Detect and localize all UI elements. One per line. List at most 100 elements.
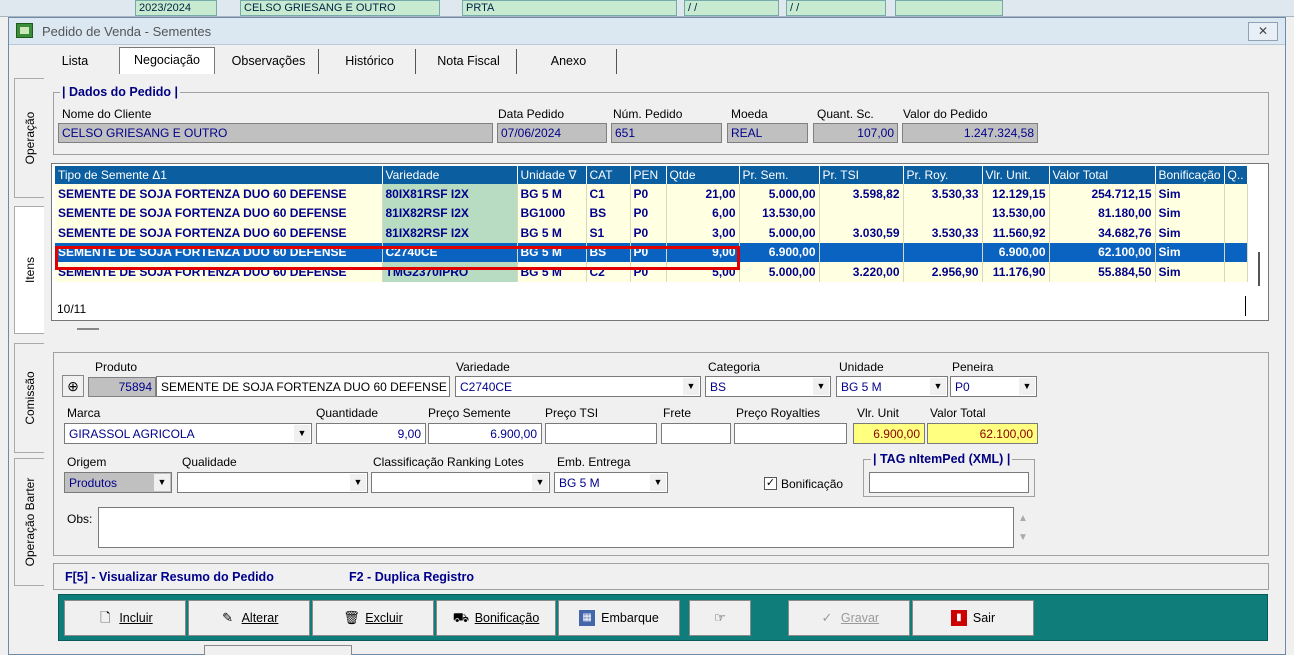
preco-royalties-field[interactable]	[734, 423, 847, 444]
classificacao-select[interactable]: ▼	[371, 472, 550, 493]
scroll-down-icon[interactable]: ▼	[1018, 532, 1028, 543]
table-cell: 3.530,33	[903, 184, 983, 204]
app-icon	[16, 23, 33, 38]
tag-field[interactable]	[869, 472, 1029, 493]
vtab-operacao-barter[interactable]: Operação Barter	[14, 458, 44, 586]
tab-historico[interactable]: Histórico	[324, 49, 416, 74]
table-cell	[1224, 203, 1248, 223]
table-cell: 254.712,15	[1049, 184, 1156, 204]
bottom-tab	[204, 645, 352, 655]
alterar-button[interactable]: ✎ Alterar	[188, 600, 310, 636]
vlr-unit-field[interactable]: 6.900,00	[853, 423, 925, 444]
grid-col-header[interactable]: CAT	[586, 166, 631, 184]
num-pedido-field[interactable]: 651	[611, 123, 722, 143]
data-pedido-field[interactable]: 07/06/2024	[497, 123, 607, 143]
tab-observacoes[interactable]: Observações	[219, 49, 319, 74]
vlr-unit-label: Vlr. Unit	[857, 406, 900, 420]
gravar-button[interactable]: ✓ Gravar	[788, 600, 910, 636]
table-row[interactable]: SEMENTE DE SOJA FORTENZA DUO 60 DEFENSE 8…	[55, 223, 1248, 243]
vtab-comissao[interactable]: Comissão	[14, 343, 44, 453]
tab-lista[interactable]: Lista	[51, 49, 99, 74]
variedade-select[interactable]: C2740CE ▼	[455, 376, 701, 397]
table-row[interactable]: SEMENTE DE SOJA FORTENZA DUO 60 DEFENSE 8…	[55, 203, 1248, 223]
tab-negociacao[interactable]: Negociação	[119, 47, 215, 74]
vtab-itens[interactable]: Itens	[14, 206, 44, 334]
bonificacao-checkbox[interactable]: ✓	[764, 477, 777, 490]
moeda-field[interactable]: REAL	[727, 123, 808, 143]
preco-semente-field[interactable]: 6.900,00	[428, 423, 542, 444]
table-cell: 21,00	[666, 184, 740, 204]
pointer-button[interactable]: ☞	[689, 600, 751, 636]
table-cell: 3.030,59	[819, 223, 904, 243]
table-row[interactable]: SEMENTE DE SOJA FORTENZA DUO 60 DEFENSE 8…	[55, 184, 1248, 204]
scroll-up-icon[interactable]: ▲	[1018, 513, 1028, 524]
background-window-strip: 2023/2024 CELSO GRIESANG E OUTRO PRTA / …	[0, 0, 1294, 17]
hand-pointer-icon: ☞	[714, 610, 726, 625]
items-grid[interactable]: Tipo de Semente Δ1 Variedade Unidade ∇ CAT P…	[51, 163, 1269, 330]
grid-col-header[interactable]: Pr. TSI	[819, 166, 904, 184]
vtab-operacao[interactable]: Operação	[14, 78, 44, 198]
quant-sc-field[interactable]: 107,00	[813, 123, 898, 143]
grid-col-header[interactable]: Bonificação	[1155, 166, 1225, 184]
nome-cliente-label: Nome do Cliente	[62, 107, 152, 121]
quantidade-field[interactable]: 9,00	[316, 423, 426, 444]
chevron-down-icon: ▼	[683, 378, 699, 395]
table-cell	[1224, 184, 1248, 204]
marca-select[interactable]: GIRASSOL AGRICOLA ▼	[64, 423, 312, 444]
table-cell: 5.000,00	[739, 184, 820, 204]
origem-label: Origem	[67, 455, 107, 469]
preco-tsi-field[interactable]	[545, 423, 657, 444]
grid-col-header[interactable]: Pr. Roy.	[903, 166, 983, 184]
bg-safra: 2023/2024	[135, 0, 217, 16]
embarque-button[interactable]: ▦ Embarque	[558, 600, 680, 636]
close-button[interactable]: ✕	[1248, 22, 1278, 41]
table-cell: 5.000,00	[739, 262, 820, 282]
valor-pedido-field[interactable]: 1.247.324,58	[902, 123, 1038, 143]
table-cell: Sim	[1155, 203, 1225, 223]
grid-col-header[interactable]: Valor Total	[1049, 166, 1156, 184]
resize-handle[interactable]	[77, 328, 99, 330]
grid-col-header[interactable]: Pr. Sem.	[739, 166, 820, 184]
qualidade-select[interactable]: ▼	[177, 472, 368, 493]
grid-col-header[interactable]: Tipo de Semente Δ1	[55, 166, 383, 184]
table-cell: 6,00	[666, 203, 740, 223]
table-cell: 55.884,50	[1049, 262, 1156, 282]
valor-total-field[interactable]: 62.100,00	[927, 423, 1038, 444]
grid-col-header[interactable]: Unidade ∇	[517, 166, 587, 184]
emb-entrega-select[interactable]: BG 5 M ▼	[554, 472, 668, 493]
zoom-search-icon[interactable]: ⊕	[62, 375, 84, 397]
bonificacao-button[interactable]: ⛟ Bonificação	[436, 600, 556, 636]
grid-col-header[interactable]: Vlr. Unit.	[982, 166, 1050, 184]
window-title: Pedido de Venda - Sementes	[42, 24, 212, 39]
grid-col-header[interactable]: Q..	[1224, 166, 1248, 184]
table-cell: 81IX82RSF I2X	[382, 203, 518, 223]
table-cell: 34.682,76	[1049, 223, 1156, 243]
grid-scrollbar[interactable]	[1258, 252, 1260, 286]
table-cell: 6.900,00	[982, 242, 1050, 262]
table-cell: 2.956,90	[903, 262, 983, 282]
table-cell: P0	[630, 203, 667, 223]
obs-textarea[interactable]	[98, 507, 1014, 548]
nome-cliente-field[interactable]: CELSO GRIESANG E OUTRO	[58, 123, 493, 143]
qualidade-label: Qualidade	[182, 455, 237, 469]
produto-codigo-field[interactable]: 75894	[88, 377, 156, 397]
sair-button[interactable]: ▮ Sair	[912, 600, 1034, 636]
chevron-down-icon: ▼	[813, 378, 829, 395]
categoria-select[interactable]: BS ▼	[705, 376, 831, 397]
preco-tsi-label: Preço TSI	[545, 406, 599, 420]
peneira-select[interactable]: P0 ▼	[950, 376, 1037, 397]
table-cell	[819, 242, 904, 262]
frete-field[interactable]	[661, 423, 731, 444]
tab-nota-fiscal[interactable]: Nota Fiscal	[421, 49, 517, 74]
unidade-select[interactable]: BG 5 M ▼	[836, 376, 948, 397]
table-cell: 3.598,82	[819, 184, 904, 204]
excluir-button[interactable]: 🗑 Excluir	[312, 600, 434, 636]
grid-col-header[interactable]: Qtde	[666, 166, 740, 184]
grid-col-header[interactable]: Variedade	[382, 166, 518, 184]
tab-anexo[interactable]: Anexo	[521, 49, 617, 74]
table-cell: BS	[586, 203, 631, 223]
origem-select[interactable]: Produtos ▼	[64, 472, 172, 493]
produto-nome-field[interactable]: SEMENTE DE SOJA FORTENZA DUO 60 DEFENSE	[156, 376, 450, 397]
incluir-button[interactable]: 🗋 Incluir	[64, 600, 186, 636]
grid-col-header[interactable]: PEN	[630, 166, 667, 184]
